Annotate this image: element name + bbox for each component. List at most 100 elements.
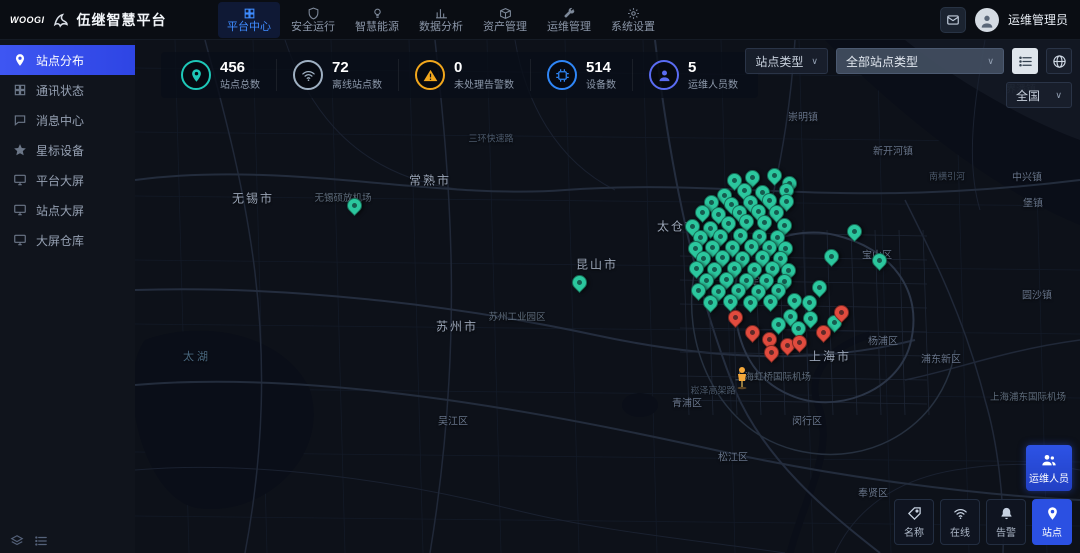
site-type-value: 全部站点类型 (846, 53, 918, 70)
map-toggle-row: 名称 在线告警站点 (894, 499, 1072, 545)
site-marker-online[interactable] (771, 317, 786, 332)
nav-item-label: 数据分析 (419, 22, 463, 33)
stat-ops-staff: 5运维人员数 (633, 59, 754, 91)
sidebar-item-label: 消息中心 (36, 112, 84, 129)
alert-icon (415, 60, 445, 90)
sidebar-item-label: 通讯状态 (36, 82, 84, 99)
pin-shape (720, 291, 741, 312)
layers-icon[interactable] (10, 534, 24, 548)
logo-emblem-icon (52, 11, 70, 29)
site-marker-online[interactable] (787, 293, 802, 308)
wifi-icon (953, 506, 968, 521)
site-type-dropdown[interactable]: 站点类型 ∨ (745, 48, 828, 74)
sidebar-item-starred-devices[interactable]: 星标设备 (0, 135, 135, 165)
site-type-label: 站点类型 (755, 53, 803, 70)
map-canvas[interactable]: 界潘镇崇明镇新开河镇南横引河中兴镇堡镇三环快速路常熟市无锡市无锡硕放机场太仓市昆… (135, 40, 1080, 553)
sidebar-footer (10, 534, 48, 548)
tool-online-toggle-button[interactable]: 在线 (940, 499, 980, 545)
nav-item-label: 资产管理 (483, 22, 527, 33)
sidebar-item-site-screen[interactable]: 站点大屏 (0, 195, 135, 225)
box-icon (499, 7, 512, 20)
chevron-down-icon: ∨ (987, 56, 994, 67)
nav-item-ops-management[interactable]: 运维管理 (538, 2, 600, 38)
tool-name-toggle-button[interactable]: 名称 (894, 499, 934, 545)
tool-site-toggle-button[interactable]: 站点 (1032, 499, 1072, 545)
map-basemap (135, 40, 1080, 553)
nav-item-platform-center[interactable]: 平台中心 (218, 2, 280, 38)
monitor-icon (13, 203, 27, 217)
ops-person-marker[interactable] (735, 366, 749, 390)
map-filters: 站点类型 ∨ 全部站点类型 ∨ (745, 48, 1072, 74)
tool-label: 名称 (904, 524, 924, 539)
sidebar-item-platform-screen[interactable]: 平台大屏 (0, 165, 135, 195)
site-marker-alarm[interactable] (764, 345, 779, 360)
site-marker-online[interactable] (723, 294, 738, 309)
sidebar-item-label: 大屏仓库 (36, 232, 84, 249)
sidebar: 站点分布通讯状态消息中心星标设备平台大屏站点大屏大屏仓库 (0, 40, 135, 553)
nav-item-label: 智慧能源 (355, 22, 399, 33)
site-marker-online[interactable] (572, 275, 587, 290)
monitor-icon (13, 173, 27, 187)
monitor-icon (13, 233, 27, 247)
map-view-button[interactable] (1046, 48, 1072, 74)
avatar[interactable] (975, 8, 999, 32)
pin-icon (181, 60, 211, 90)
site-marker-online[interactable] (767, 168, 782, 183)
grid-icon (13, 83, 27, 97)
site-marker-alarm[interactable] (728, 310, 743, 325)
site-marker-online[interactable] (824, 249, 839, 264)
stat-value: 514 (586, 59, 616, 76)
chevron-down-icon: ∨ (811, 56, 818, 67)
site-marker-alarm[interactable] (816, 325, 831, 340)
sidebar-item-screen-warehouse[interactable]: 大屏仓库 (0, 225, 135, 255)
app-root: WOOGI 伍继智慧平台 平台中心 安全运行 智慧能源 数据分析 资产管理 运维管理系统设… (0, 0, 1080, 553)
nav-item-smart-energy[interactable]: 智慧能源 (346, 2, 408, 38)
nav-item-label: 安全运行 (291, 22, 335, 33)
stat-label: 离线站点数 (332, 76, 382, 91)
bulb-icon (371, 7, 384, 20)
site-marker-alarm[interactable] (745, 325, 760, 340)
site-marker-online[interactable] (703, 295, 718, 310)
nav-item-asset-management[interactable]: 资产管理 (474, 2, 536, 38)
sidebar-item-message-center[interactable]: 消息中心 (0, 105, 135, 135)
stat-label: 运维人员数 (688, 76, 738, 91)
site-marker-online[interactable] (347, 198, 362, 213)
stat-total-sites: 456站点总数 (165, 59, 277, 91)
nav-item-label: 运维管理 (547, 22, 591, 33)
stat-label: 设备数 (586, 76, 616, 91)
nav-item-data-analysis[interactable]: 数据分析 (410, 2, 472, 38)
site-marker-online[interactable] (872, 253, 887, 268)
bell-icon (999, 506, 1014, 521)
wrench-icon (563, 7, 576, 20)
nav-item-system-settings[interactable]: 系统设置 (602, 2, 664, 38)
site-marker-online[interactable] (743, 295, 758, 310)
pin-icon (13, 53, 27, 67)
region-dropdown[interactable]: 全国 ∨ (1006, 82, 1072, 108)
legend-list-icon[interactable] (34, 534, 48, 548)
site-marker-alarm[interactable] (792, 335, 807, 350)
site-marker-online[interactable] (812, 280, 827, 295)
site-marker-online[interactable] (802, 295, 817, 310)
tag-icon (907, 506, 922, 521)
app-title: 伍继智慧平台 (77, 10, 167, 30)
mail-button[interactable] (940, 7, 966, 33)
tool-alarm-toggle-button[interactable]: 告警 (986, 499, 1026, 545)
stat-text: 72离线站点数 (332, 59, 382, 91)
stat-text: 514设备数 (586, 59, 616, 91)
site-marker-alarm[interactable] (834, 305, 849, 320)
pin-shape (344, 195, 365, 216)
site-marker-online[interactable] (763, 294, 778, 309)
sidebar-item-site-distribution[interactable]: 站点分布 (0, 45, 135, 75)
site-marker-online[interactable] (695, 205, 710, 220)
sidebar-item-comm-status[interactable]: 通讯状态 (0, 75, 135, 105)
tool-ops-staff-tool-button[interactable]: 运维人员 (1026, 445, 1072, 491)
pin-shape (760, 291, 781, 312)
stat-label: 站点总数 (220, 76, 260, 91)
nav-item-safety-operation[interactable]: 安全运行 (282, 2, 344, 38)
brand: WOOGI 伍继智慧平台 (0, 10, 218, 30)
site-type-value-dropdown[interactable]: 全部站点类型 ∨ (836, 48, 1004, 74)
site-marker-online[interactable] (847, 224, 862, 239)
nav-item-label: 平台中心 (227, 22, 271, 33)
stat-devices: 514设备数 (531, 59, 633, 91)
list-view-button[interactable] (1012, 48, 1038, 74)
